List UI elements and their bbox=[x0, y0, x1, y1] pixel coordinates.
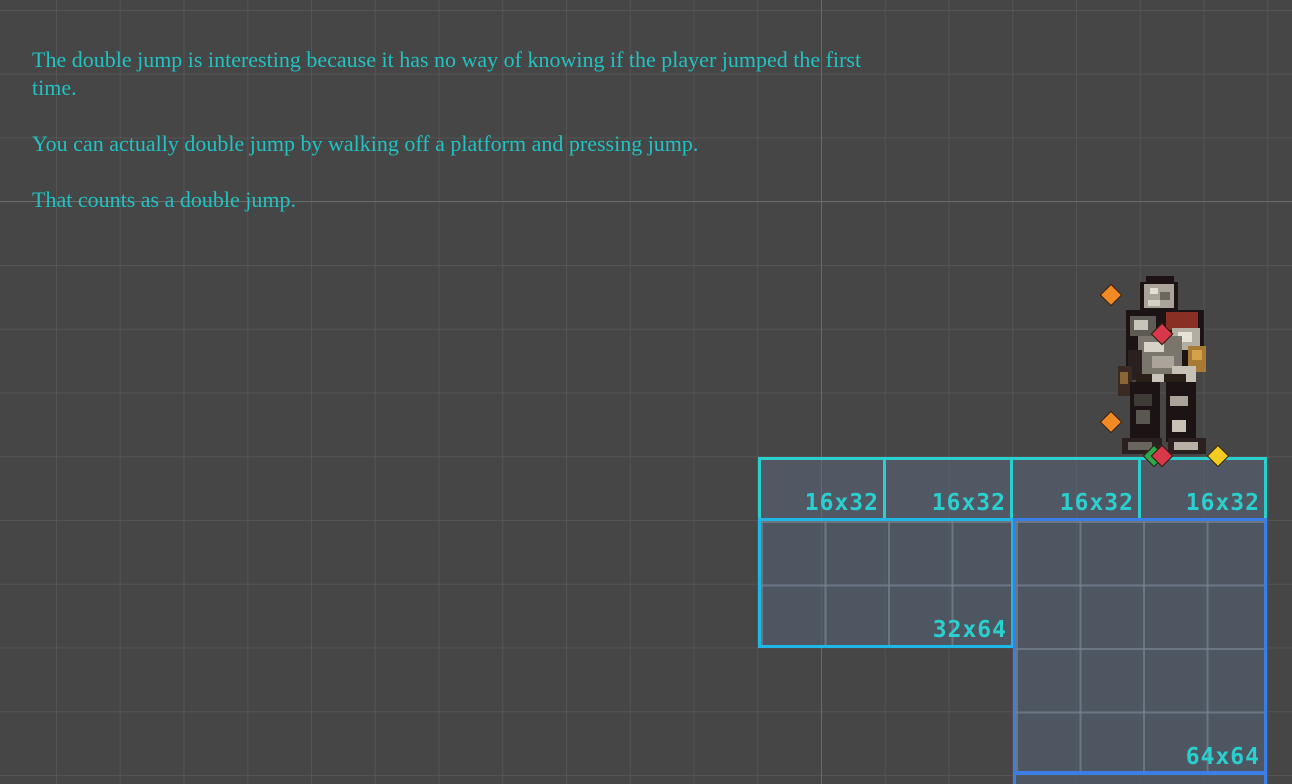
tile-16x32-2[interactable]: 16x32 bbox=[883, 457, 1013, 521]
tile-size-label: 16x32 bbox=[931, 490, 1006, 516]
tile-size-label: 64x64 bbox=[1185, 744, 1260, 770]
vertical-axis-line bbox=[821, 0, 822, 784]
description-line-3: You can actually double jump by walking … bbox=[32, 131, 699, 156]
tile-16x32-4[interactable]: 16x32 bbox=[1138, 457, 1267, 521]
tile-size-label: 16x32 bbox=[1185, 490, 1260, 516]
tile-64x64[interactable]: 64x64 bbox=[1013, 518, 1267, 775]
tile-32x64[interactable]: 32x64 bbox=[758, 518, 1014, 648]
description-line-4: That counts as a double jump. bbox=[32, 187, 296, 212]
tile-size-label: 16x32 bbox=[804, 490, 879, 516]
tile-16x32-3[interactable]: 16x32 bbox=[1010, 457, 1141, 521]
tile-size-label: 16x32 bbox=[1059, 490, 1134, 516]
tile-64x64-lower[interactable] bbox=[1013, 771, 1267, 784]
description-line-1: The double jump is interesting because i… bbox=[32, 47, 862, 72]
armored-knight-sprite[interactable] bbox=[1108, 270, 1218, 460]
description-line-2: time. bbox=[32, 75, 77, 100]
tile-size-label: 32x64 bbox=[932, 617, 1007, 643]
tile-16x32-1[interactable]: 16x32 bbox=[758, 457, 886, 521]
